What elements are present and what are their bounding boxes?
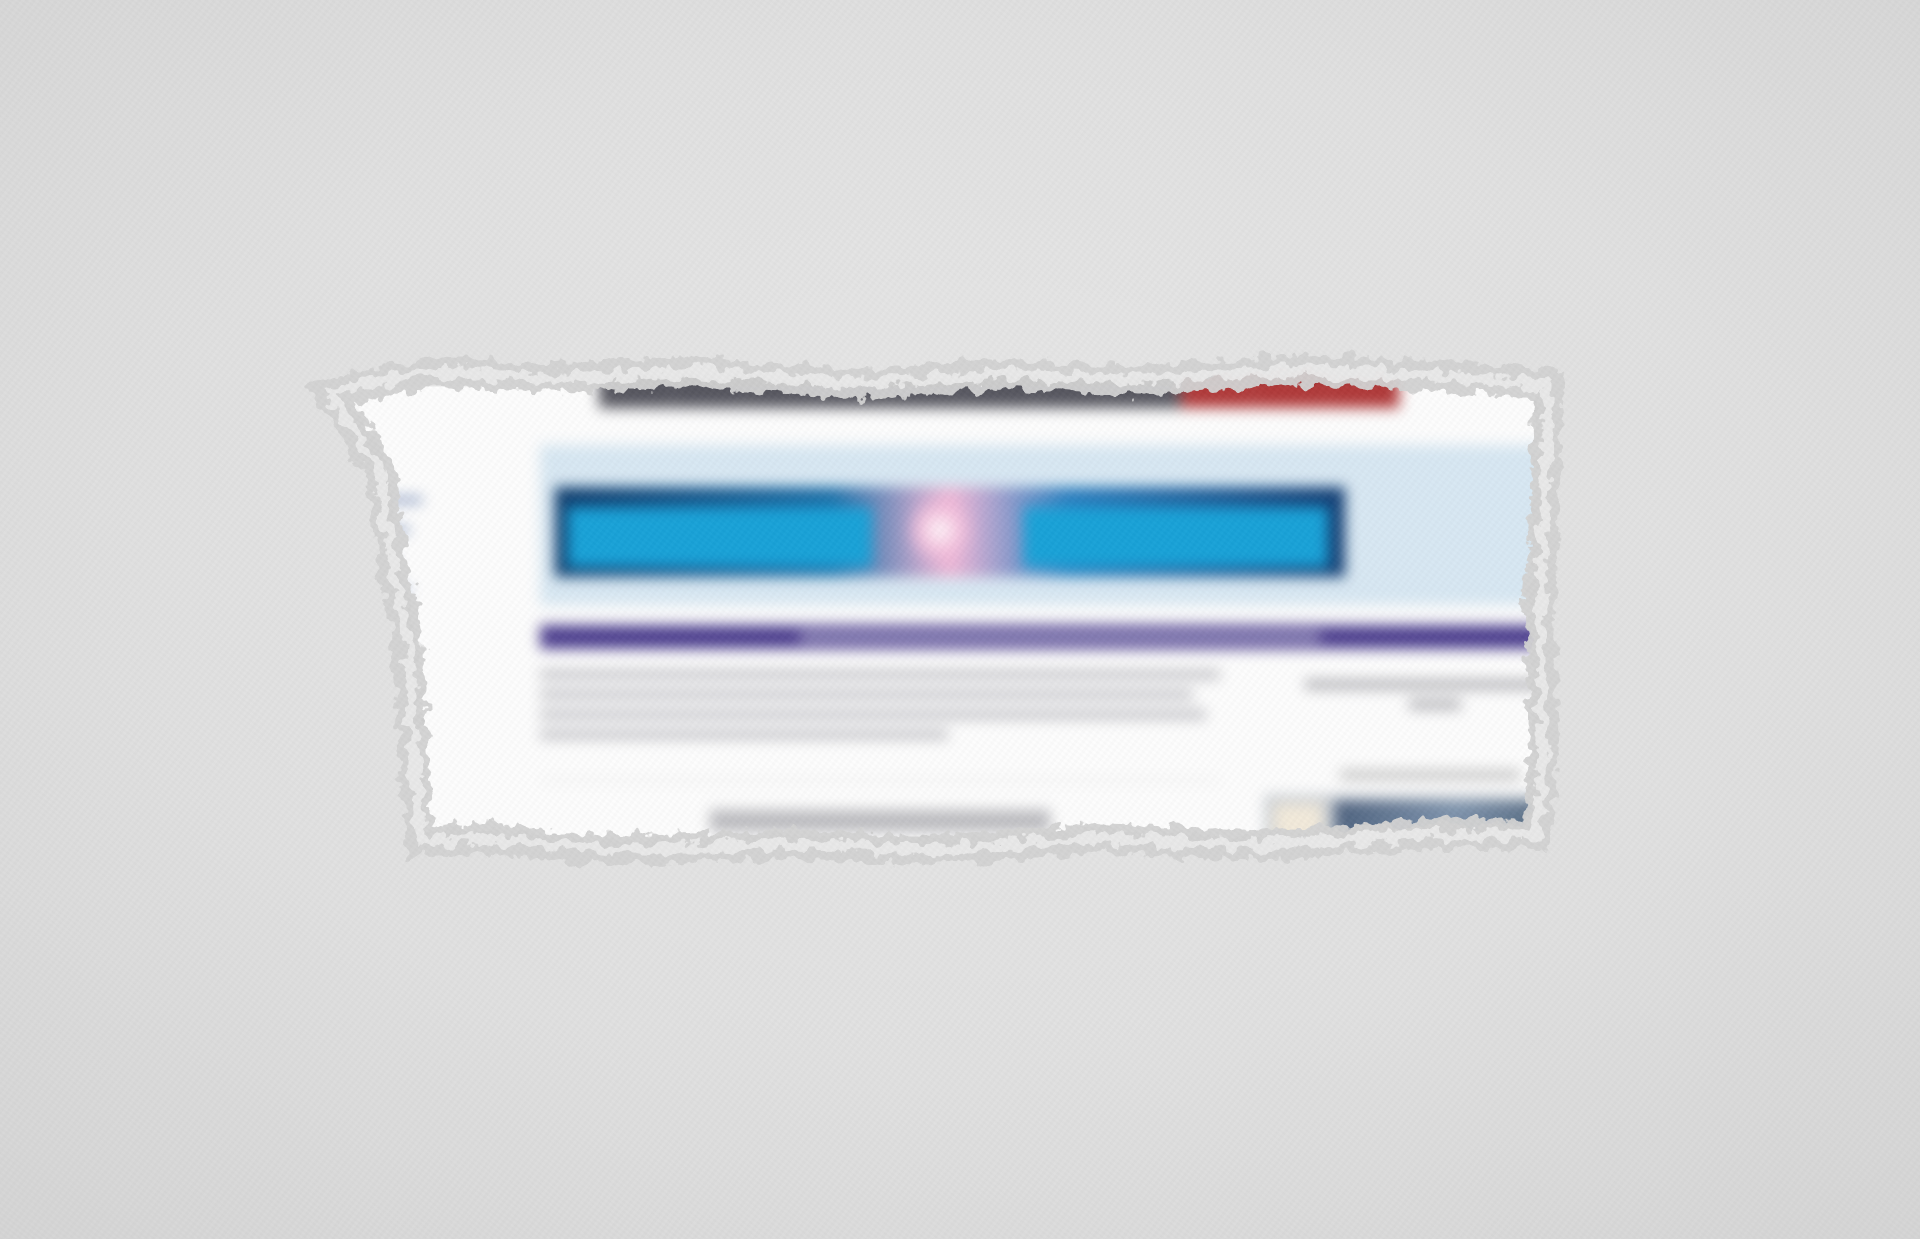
paper-surface: ▆▆▆▆▆▆▆▆▆▆▆ ▬▬▬▬ ▬▬▬ ▬▬ ▬▬▬ ▬▬ ▬▬▬ ▇▇▇▇▇… (0, 0, 1920, 1239)
paper-sheet (0, 0, 1920, 1239)
